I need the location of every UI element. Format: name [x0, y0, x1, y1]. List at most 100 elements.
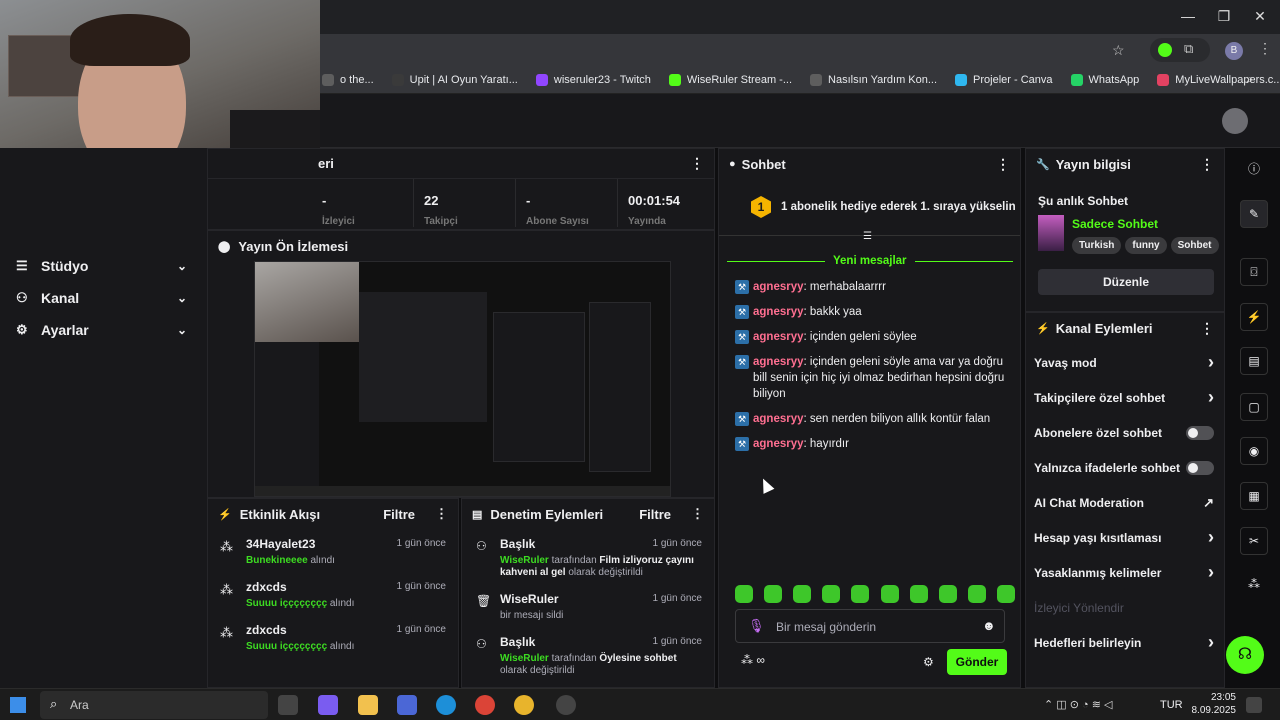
- send-button[interactable]: Gönder: [947, 649, 1007, 675]
- channel-action-3[interactable]: Yalnızca ifadelerle sohbet: [1026, 450, 1224, 485]
- more-icon[interactable]: ⋮: [435, 506, 448, 522]
- more-icon[interactable]: ⋮: [691, 506, 704, 522]
- chevron-right-icon[interactable]: »: [1246, 72, 1253, 86]
- layout-icon[interactable]: ▦: [1240, 482, 1268, 510]
- bookmark-item[interactable]: Upit | AI Oyun Yaratı...: [391, 73, 518, 86]
- bookmark-item[interactable]: o the...: [322, 73, 374, 86]
- chat-username[interactable]: agnesryy: [753, 306, 804, 318]
- edit-button[interactable]: Düzenle: [1038, 269, 1214, 295]
- emote-icon[interactable]: [938, 585, 957, 603]
- close-icon[interactable]: ✕: [1250, 8, 1270, 25]
- file-explorer-icon[interactable]: [358, 695, 378, 715]
- chat-icon[interactable]: ▢: [1240, 393, 1268, 421]
- bookmark-item[interactable]: WiseRuler Stream -...: [668, 73, 792, 86]
- chat-username[interactable]: agnesryy: [753, 413, 804, 425]
- emote-icon[interactable]: [909, 585, 928, 603]
- external-link-icon: ↗: [1203, 494, 1214, 510]
- more-icon[interactable]: ⋮: [690, 155, 704, 172]
- extension-icon[interactable]: [1158, 43, 1172, 57]
- channel-action-4[interactable]: AI Chat Moderation ↗: [1026, 485, 1224, 520]
- task-view-icon[interactable]: [278, 695, 298, 715]
- tag[interactable]: Sohbet: [1170, 237, 1219, 254]
- user-avatar[interactable]: [1222, 108, 1248, 134]
- chrome-icon[interactable]: [514, 695, 534, 715]
- filter-button[interactable]: Filtre: [383, 507, 415, 522]
- points-display[interactable]: ⁂ ∞: [741, 653, 765, 667]
- bookmark-item[interactable]: WhatsApp: [1070, 73, 1139, 86]
- broadcast-icon[interactable]: ◉: [1240, 437, 1268, 465]
- lightning-icon: ⚡: [218, 508, 232, 521]
- event-time: 1 gün önce: [396, 624, 447, 635]
- minimize-icon[interactable]: —: [1178, 8, 1198, 24]
- more-icon[interactable]: ⋮: [1200, 156, 1214, 173]
- chat-input[interactable]: 🎙 Bir mesaj gönderin ☻: [735, 609, 1005, 643]
- more-icon[interactable]: ⋮: [1200, 320, 1214, 337]
- info-icon[interactable]: ⓘ: [1240, 156, 1268, 184]
- extensions-group[interactable]: ⧉: [1150, 38, 1210, 62]
- language-indicator[interactable]: TUR: [1160, 699, 1183, 711]
- channel-action-1[interactable]: Takipçilere özel sohbet ›: [1026, 380, 1224, 415]
- camera-icon[interactable]: ⌼: [1240, 258, 1268, 286]
- tray-icons[interactable]: ⌃ ◫ ⊙ ◔ ≋ ◁: [1044, 698, 1112, 711]
- copilot-icon[interactable]: [318, 695, 338, 715]
- maximize-icon[interactable]: ❐: [1214, 8, 1234, 25]
- emoji-icon[interactable]: ☻: [982, 618, 996, 633]
- mic-icon[interactable]: 🎙: [748, 618, 765, 634]
- more-icon[interactable]: ⋮: [996, 156, 1010, 173]
- clock[interactable]: 23:05 8.09.2025: [1188, 691, 1237, 717]
- channel-action-5[interactable]: Hesap yaşı kısıtlaması ›: [1026, 520, 1224, 555]
- bookmark-item[interactable]: Projeler - Canva: [955, 73, 1053, 86]
- headset-icon[interactable]: ☊: [1226, 636, 1264, 674]
- puzzle-icon[interactable]: ⧉: [1184, 41, 1193, 57]
- category-name[interactable]: Sadece Sohbet: [1072, 217, 1158, 231]
- toggle-switch[interactable]: [1186, 425, 1214, 440]
- document-icon[interactable]: ▤: [1240, 347, 1268, 375]
- stream-preview-video[interactable]: [254, 261, 671, 497]
- obs-icon[interactable]: [556, 695, 576, 715]
- channel-action-0[interactable]: Yavaş mod ›: [1026, 345, 1224, 380]
- emote-icon[interactable]: [967, 585, 986, 603]
- lightning-icon[interactable]: ⚡: [1240, 303, 1268, 331]
- emote-icon[interactable]: [822, 585, 841, 603]
- chat-username[interactable]: agnesryy: [753, 356, 804, 368]
- channel-action-6[interactable]: Yasaklanmış kelimeler ›: [1026, 555, 1224, 590]
- tag[interactable]: Turkish: [1072, 237, 1122, 254]
- sidebar-item-settings[interactable]: ⚙ Ayarlar ⌄: [0, 314, 207, 346]
- tag[interactable]: funny: [1125, 237, 1167, 254]
- toggle-switch[interactable]: [1186, 460, 1214, 475]
- sidebar-item-channel[interactable]: ⚇ Kanal ⌄: [0, 282, 207, 314]
- edge-icon[interactable]: [436, 695, 456, 715]
- channel-action-7: İzleyici Yönlendir: [1026, 590, 1224, 625]
- channel-action-2[interactable]: Abonelere özel sohbet: [1026, 415, 1224, 450]
- collapse-icon[interactable]: ☰: [863, 231, 872, 242]
- notification-icon[interactable]: [1246, 697, 1262, 713]
- filter-button[interactable]: Filtre: [639, 507, 671, 522]
- sidebar-item-studio[interactable]: ☰ Stüdyo ⌄: [0, 250, 207, 282]
- store-icon[interactable]: [397, 695, 417, 715]
- chat-username[interactable]: agnesryy: [753, 438, 804, 450]
- bookmark-star-icon[interactable]: ☆: [1112, 42, 1125, 59]
- gift-banner[interactable]: 1 1 abonelik hediye ederek 1. sıraya yük…: [719, 189, 1020, 225]
- profile-avatar[interactable]: B: [1225, 42, 1243, 60]
- emote-icon[interactable]: [793, 585, 812, 603]
- bookmark-item[interactable]: wiseruler23 - Twitch: [535, 73, 651, 86]
- emote-icon[interactable]: [764, 585, 783, 603]
- channel-action-8[interactable]: Hedefleri belirleyin ›: [1026, 625, 1224, 660]
- points-icon[interactable]: ⁂: [1240, 571, 1268, 599]
- pencil-icon[interactable]: ✎: [1240, 200, 1268, 228]
- taskbar-search[interactable]: ⌕ Ara: [40, 691, 268, 719]
- windows-start-icon[interactable]: [10, 697, 26, 713]
- emote-icon[interactable]: [880, 585, 899, 603]
- chat-username[interactable]: agnesryy: [753, 331, 804, 343]
- wrench-icon[interactable]: ✂: [1240, 527, 1268, 555]
- emote-icon[interactable]: [735, 585, 753, 603]
- menu-icon[interactable]: ⋮: [1258, 40, 1272, 57]
- emote-icon[interactable]: [996, 585, 1015, 603]
- bookmark-item[interactable]: MyLiveWallpapers.c...: [1157, 73, 1280, 86]
- gear-icon[interactable]: ⚙: [923, 655, 934, 669]
- bookmark-label: Projeler - Canva: [973, 73, 1053, 86]
- chrome-icon[interactable]: [475, 695, 495, 715]
- emote-icon[interactable]: [851, 585, 870, 603]
- chat-username[interactable]: agnesryy: [753, 281, 804, 293]
- bookmark-item[interactable]: Nasılsın Yardım Kon...: [810, 73, 937, 86]
